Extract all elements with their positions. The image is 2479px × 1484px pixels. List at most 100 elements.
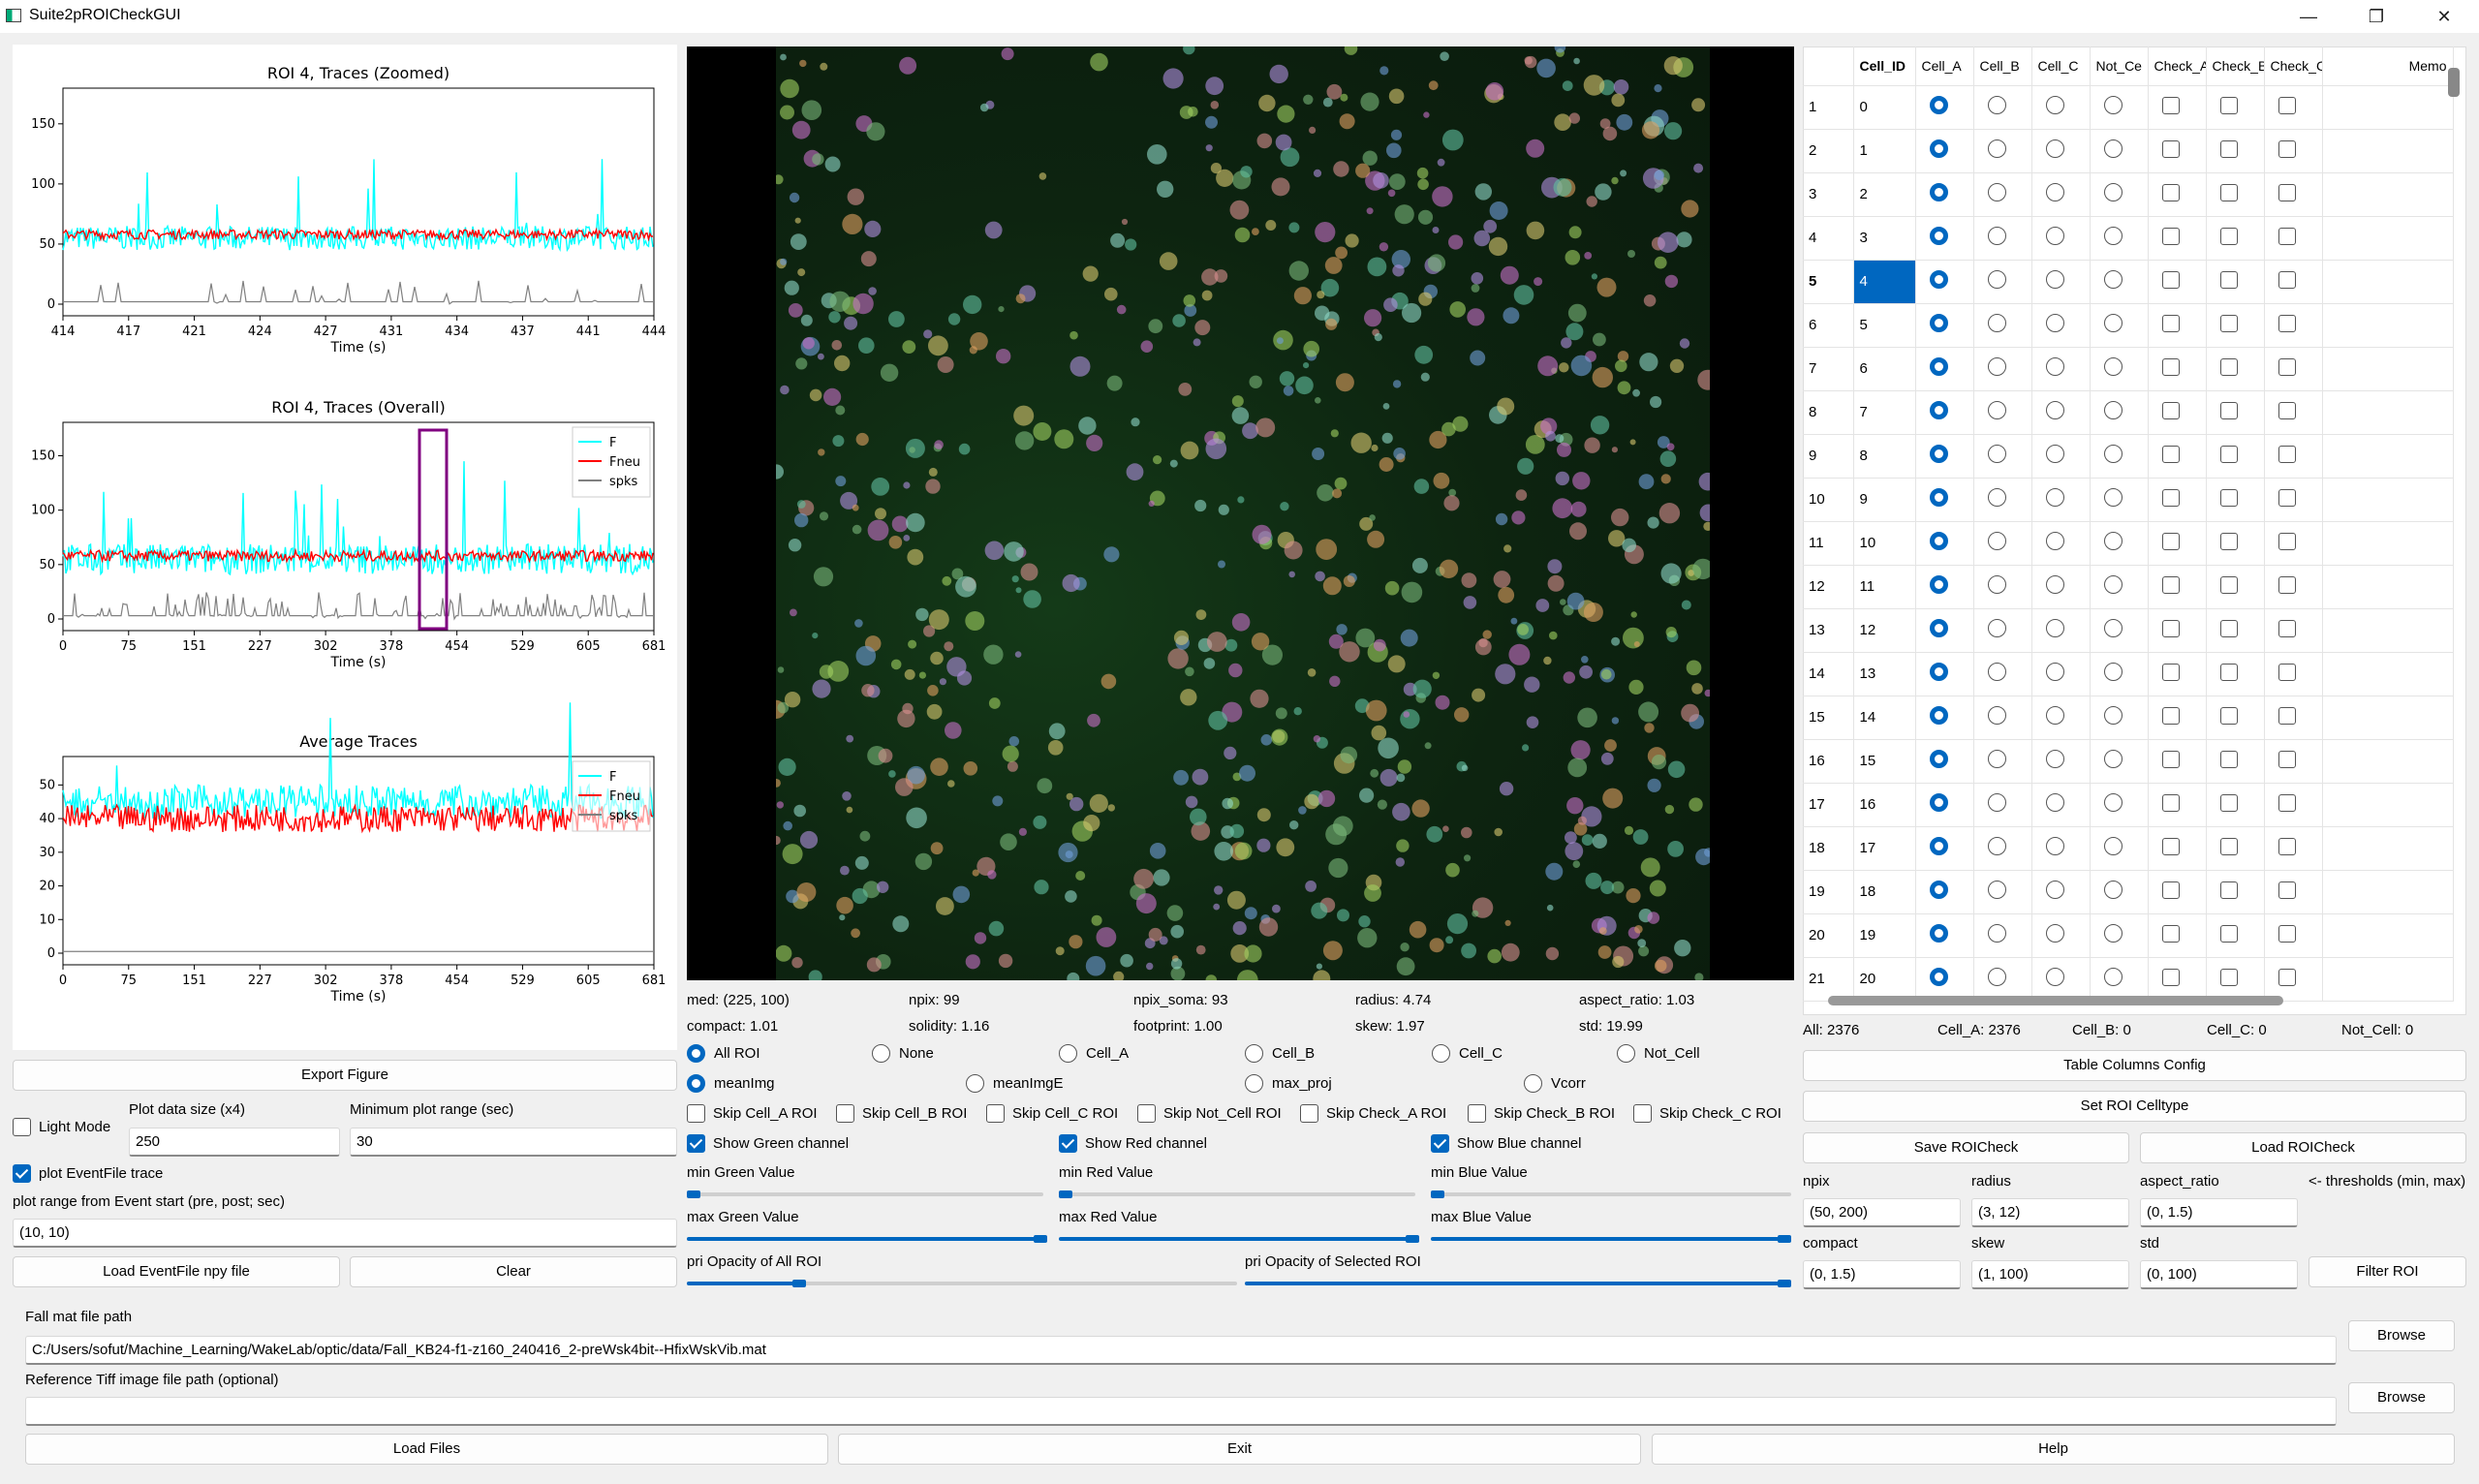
check-checkbox[interactable]: [2219, 793, 2238, 812]
celltype-radio[interactable]: [1987, 837, 2006, 855]
roi-blob[interactable]: [1148, 927, 1162, 942]
roi-blob[interactable]: [1445, 862, 1460, 878]
roi-blob[interactable]: [1639, 353, 1658, 372]
roi-blob[interactable]: [1125, 238, 1137, 251]
roi-blob[interactable]: [1471, 284, 1480, 293]
memo-cell[interactable]: [2322, 913, 2454, 958]
roi-blob[interactable]: [796, 500, 806, 509]
roi-blob[interactable]: [1463, 596, 1477, 609]
roi-blob[interactable]: [914, 852, 933, 871]
roi-blob[interactable]: [1313, 970, 1331, 988]
roi-blob[interactable]: [867, 519, 889, 541]
celltype-radio[interactable]: [1929, 837, 1948, 855]
check-cell[interactable]: [2264, 565, 2323, 609]
roi-blob[interactable]: [1153, 869, 1170, 886]
roi-blob[interactable]: [780, 78, 799, 99]
roi-blob[interactable]: [860, 251, 877, 267]
roi-blob[interactable]: [1244, 944, 1262, 963]
check-checkbox[interactable]: [2219, 837, 2238, 855]
check-checkbox[interactable]: [2161, 750, 2180, 768]
roi-blob[interactable]: [773, 174, 784, 185]
roi-blob[interactable]: [1252, 524, 1272, 544]
check-checkbox[interactable]: [2161, 663, 2180, 681]
check-checkbox[interactable]: [2278, 619, 2296, 637]
max-green-handle[interactable]: [1034, 1235, 1047, 1243]
check-cell[interactable]: [2264, 390, 2323, 435]
celltype-radio-cell[interactable]: [1915, 303, 1974, 348]
table-row[interactable]: 19 18: [1803, 870, 2454, 914]
roi-blob[interactable]: [1622, 538, 1636, 553]
roi-blob[interactable]: [1038, 172, 1047, 180]
roi-blob[interactable]: [1250, 689, 1269, 708]
roi-blob[interactable]: [1205, 77, 1224, 96]
roi-blob[interactable]: [1033, 422, 1052, 441]
check-checkbox[interactable]: [2278, 706, 2296, 725]
celltype-radio-cell[interactable]: [1915, 870, 1974, 914]
roi-blob[interactable]: [1023, 590, 1041, 608]
roi-blob[interactable]: [1664, 274, 1679, 289]
roi-blob[interactable]: [852, 887, 868, 905]
cell-id[interactable]: 19: [1853, 913, 1916, 958]
check-cell[interactable]: [2206, 260, 2265, 304]
roi-blob[interactable]: [1402, 302, 1422, 324]
celltype-radio[interactable]: [2045, 139, 2064, 158]
check-checkbox[interactable]: [2161, 357, 2180, 376]
roi-blob[interactable]: [1313, 735, 1321, 743]
roi-blob[interactable]: [1082, 265, 1099, 282]
celltype-radio[interactable]: [1987, 924, 2006, 943]
roi-blob[interactable]: [963, 761, 978, 776]
celltype-radio-cell[interactable]: [1915, 260, 1974, 304]
roi-blob[interactable]: [801, 100, 822, 120]
roi-blob[interactable]: [1400, 629, 1418, 647]
roi-blob[interactable]: [802, 337, 815, 350]
check-checkbox[interactable]: [2219, 96, 2238, 114]
roi-blob[interactable]: [1412, 679, 1432, 698]
roi-blob[interactable]: [1704, 689, 1713, 697]
roi-blob[interactable]: [1001, 47, 1014, 61]
roi-blob[interactable]: [1560, 599, 1566, 605]
roi-blob[interactable]: [1674, 940, 1691, 957]
roi-blob[interactable]: [1339, 113, 1355, 130]
roi-overlay[interactable]: [766, 41, 1719, 991]
min-range-input[interactable]: 30: [350, 1128, 677, 1157]
roi-blob[interactable]: [1312, 448, 1325, 460]
roi-blob[interactable]: [1552, 498, 1573, 519]
roi-blob[interactable]: [812, 633, 819, 639]
check-cell[interactable]: [2206, 521, 2265, 566]
check-checkbox[interactable]: [2219, 139, 2238, 158]
save-roicheck-button[interactable]: Save ROICheck: [1803, 1132, 2129, 1163]
roi-blob[interactable]: [1180, 689, 1197, 706]
roi-blob[interactable]: [1442, 825, 1449, 832]
roi-blob[interactable]: [1573, 57, 1580, 65]
roi-blob[interactable]: [1275, 134, 1292, 151]
roi-blob[interactable]: [1600, 752, 1614, 765]
roi-blob[interactable]: [1513, 285, 1534, 305]
roi-blob[interactable]: [1566, 592, 1585, 610]
roi-blob[interactable]: [1697, 369, 1719, 390]
roi-blob[interactable]: [1304, 793, 1319, 810]
roi-blob[interactable]: [1565, 831, 1577, 845]
check-checkbox[interactable]: [2161, 706, 2180, 725]
column-header[interactable]: Cell_A: [1915, 46, 1974, 86]
roi-blob[interactable]: [1526, 221, 1545, 240]
roi-blob[interactable]: [1424, 742, 1432, 750]
celltype-radio[interactable]: [1929, 924, 1948, 943]
roi-blob[interactable]: [1388, 88, 1405, 105]
skip-check-a-checkbox[interactable]: [1300, 1104, 1318, 1123]
roi-blob[interactable]: [1315, 397, 1321, 404]
cell-b-radio[interactable]: [1245, 1044, 1263, 1063]
roi-blob[interactable]: [1445, 936, 1454, 944]
roi-blob[interactable]: [818, 448, 825, 456]
celltype-radio-cell[interactable]: [2031, 216, 2091, 261]
check-checkbox[interactable]: [2278, 96, 2296, 114]
roi-blob[interactable]: [947, 780, 955, 788]
celltype-radio[interactable]: [1987, 270, 2006, 289]
roi-blob[interactable]: [791, 957, 803, 969]
celltype-radio-cell[interactable]: [2031, 826, 2091, 871]
roi-blob[interactable]: [979, 103, 989, 112]
load-roicheck-button[interactable]: Load ROICheck: [2140, 1132, 2466, 1163]
celltype-radio[interactable]: [2103, 706, 2123, 725]
roi-blob[interactable]: [771, 835, 781, 846]
roi-blob[interactable]: [1681, 703, 1699, 723]
roi-blob[interactable]: [1229, 823, 1245, 839]
